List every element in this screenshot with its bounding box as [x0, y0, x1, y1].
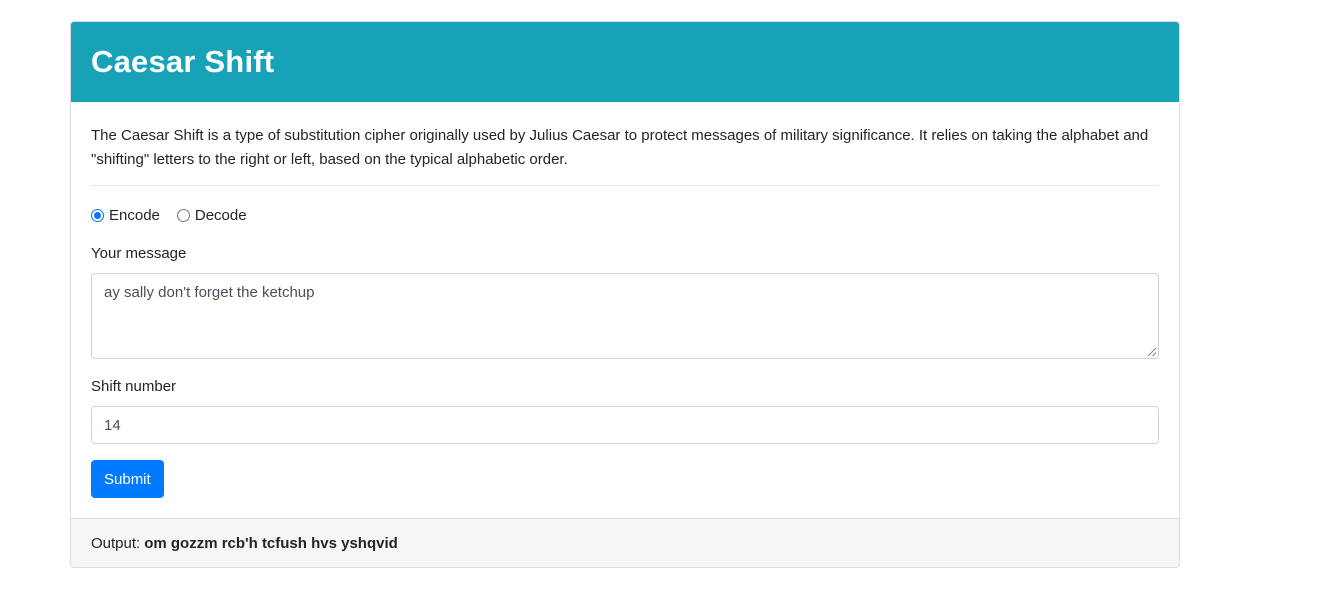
mode-radio-group: Encode Decode — [91, 204, 1159, 226]
encode-radio[interactable] — [91, 208, 104, 222]
encode-option[interactable]: Encode — [91, 207, 160, 224]
shift-number-input[interactable]: 14 — [91, 406, 1159, 444]
card-header: Caesar Shift — [71, 22, 1179, 102]
shift-value: 14 — [104, 416, 121, 434]
decode-label: Decode — [194, 206, 247, 224]
output-label: Output: — [91, 534, 141, 552]
card-body: The Caesar Shift is a type of substituti… — [71, 102, 1179, 518]
shift-label: Shift number — [91, 378, 177, 395]
encode-label: Encode — [109, 206, 160, 224]
page-title: Caesar Shift — [91, 44, 275, 79]
decode-radio[interactable] — [176, 208, 190, 222]
divider — [91, 185, 1159, 186]
resize-handle-icon[interactable] — [1148, 348, 1156, 356]
caesar-shift-card: Caesar Shift The Caesar Shift is a type … — [70, 21, 1180, 568]
intro-text: The Caesar Shift is a type of substituti… — [91, 127, 1149, 168]
decode-option[interactable]: Decode — [176, 206, 247, 224]
output-footer: Output: om gozzm rcb'h tcfush hvs yshqvi… — [71, 518, 1179, 567]
message-textarea[interactable]: ay sally don't forget the ketchup — [91, 273, 1159, 359]
message-value: ay sally don't forget the ketchup — [104, 284, 315, 301]
message-label: Your message — [91, 245, 187, 262]
submit-button[interactable]: Submit — [91, 460, 164, 498]
output-value: om gozzm rcb'h tcfush hvs yshqvid — [144, 534, 398, 552]
